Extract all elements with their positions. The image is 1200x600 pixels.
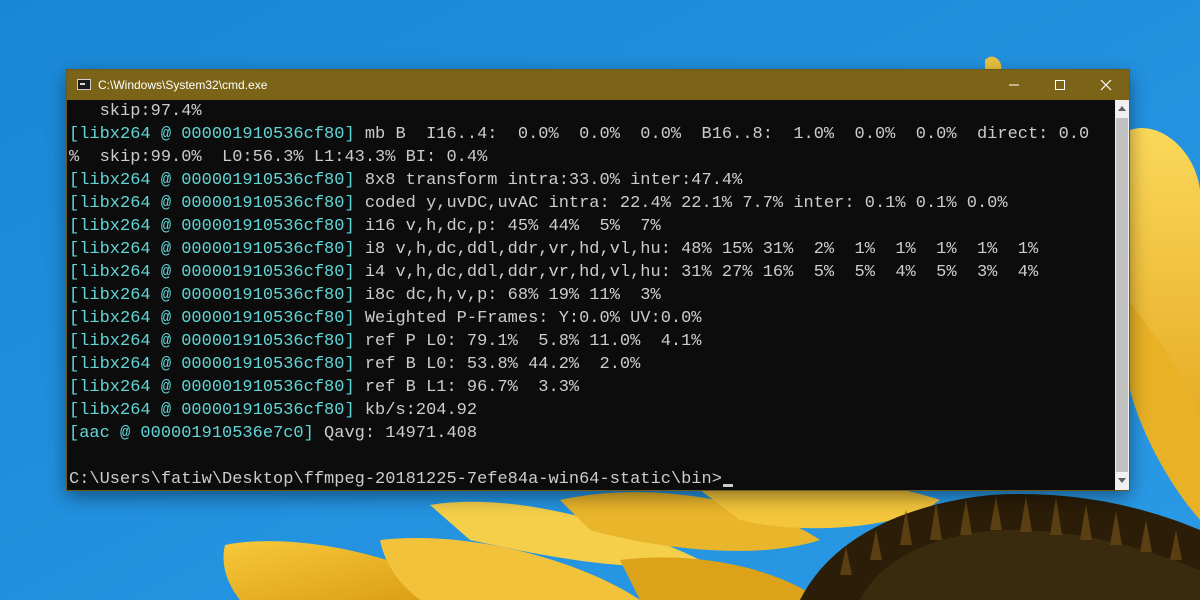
scroll-down-button[interactable]	[1115, 473, 1129, 490]
console-output[interactable]: skip:97.4% [libx264 @ 000001910536cf80] …	[67, 100, 1115, 490]
console-line: % skip:99.0% L0:56.3% L1:43.3% BI: 0.4%	[69, 148, 488, 167]
scroll-thumb[interactable]	[1116, 118, 1128, 472]
console-line: [libx264 @ 000001910536cf80] ref B L1: 9…	[69, 378, 580, 397]
title-bar[interactable]: C:\Windows\System32\cmd.exe	[67, 70, 1129, 100]
console-line: [libx264 @ 000001910536cf80] ref P L0: 7…	[69, 332, 702, 351]
console-line: [libx264 @ 000001910536cf80] i8c dc,h,v,…	[69, 286, 661, 305]
scroll-down-arrow-icon	[1118, 478, 1126, 483]
console-line: [libx264 @ 000001910536cf80] mb B I16..4…	[69, 125, 1090, 144]
prompt-path: C:\Users\fatiw\Desktop\ffmpeg-20181225-7…	[69, 470, 722, 489]
maximize-button[interactable]	[1037, 70, 1083, 100]
cmd-icon[interactable]	[77, 79, 91, 90]
text-cursor	[722, 484, 733, 487]
console-line: [libx264 @ 000001910536cf80] 8x8 transfo…	[69, 171, 743, 190]
cmd-window[interactable]: C:\Windows\System32\cmd.exe skip:97.4% […	[67, 70, 1129, 490]
console-line: [libx264 @ 000001910536cf80] i4 v,h,dc,d…	[69, 263, 1039, 282]
command-prompt-line[interactable]: C:\Users\fatiw\Desktop\ffmpeg-20181225-7…	[69, 468, 733, 490]
minimize-icon	[1009, 84, 1019, 86]
minimize-button[interactable]	[991, 70, 1037, 100]
window-title: C:\Windows\System32\cmd.exe	[98, 78, 268, 92]
console-line: [libx264 @ 000001910536cf80] Weighted P-…	[69, 309, 702, 328]
scroll-up-arrow-icon	[1118, 106, 1126, 111]
console-line: [libx264 @ 000001910536cf80] kb/s:204.92	[69, 401, 478, 420]
console-line: [aac @ 000001910536e7c0] Qavg: 14971.408	[69, 424, 478, 443]
vertical-scrollbar[interactable]	[1115, 100, 1129, 490]
console-line: skip:97.4%	[69, 102, 202, 121]
console-line: [libx264 @ 000001910536cf80] ref B L0: 5…	[69, 355, 641, 374]
console-line: [libx264 @ 000001910536cf80] i8 v,h,dc,d…	[69, 240, 1039, 259]
scroll-up-button[interactable]	[1115, 100, 1129, 117]
console-line: [libx264 @ 000001910536cf80] coded y,uvD…	[69, 194, 1008, 213]
console-line: [libx264 @ 000001910536cf80] i16 v,h,dc,…	[69, 217, 661, 236]
close-button[interactable]	[1083, 70, 1129, 100]
maximize-icon	[1055, 80, 1065, 90]
close-icon	[1100, 79, 1112, 91]
